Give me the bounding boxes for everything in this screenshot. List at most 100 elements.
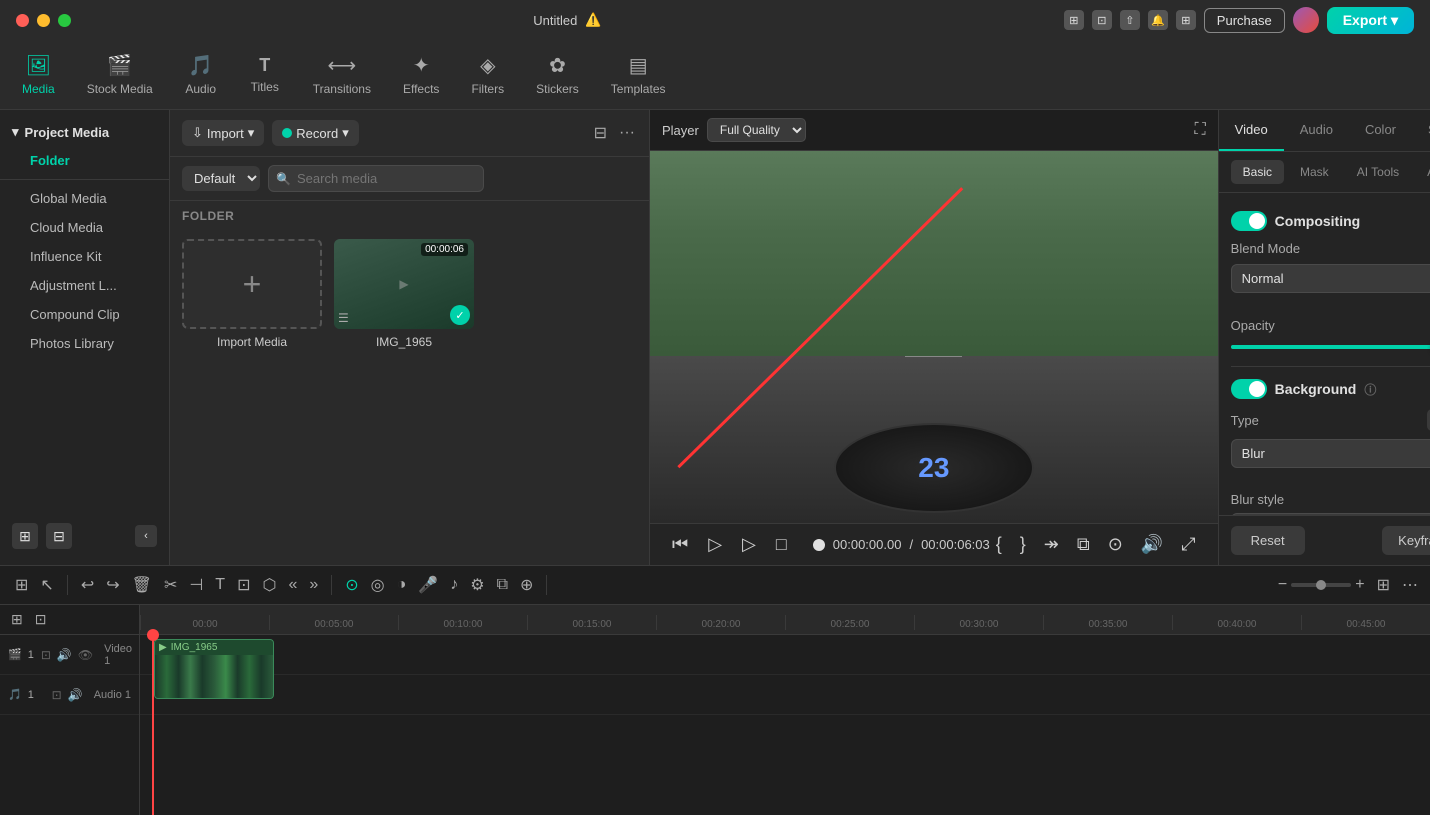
more-icon-btn[interactable]: ··· [617,121,637,145]
play-forward-btn[interactable]: ▷ [736,532,762,557]
add-track-icon[interactable]: ⊞ [12,523,38,549]
reset-button[interactable]: Reset [1231,526,1305,555]
remove-track-icon[interactable]: ⊟ [46,523,72,549]
icon-btn-2[interactable]: ⊡ [1092,10,1112,30]
step-back-btn[interactable]: ⏮ [666,532,694,557]
add-compound-btn[interactable]: ⊞ [8,608,26,631]
tl-music-btn[interactable]: ♪ [447,573,461,597]
maximize-button[interactable] [58,14,71,27]
link-btn[interactable]: ⊡ [32,608,50,631]
collapse-panel-btn[interactable]: ‹ [135,525,157,547]
nav-item-transitions[interactable]: ⟷ Transitions [299,45,385,104]
import-media-thumb[interactable]: + [182,239,322,329]
video-clip[interactable]: ▶ IMG_1965 [154,639,274,699]
tl-snap-btn[interactable]: ⊕ [517,572,536,598]
filter-icon-btn[interactable]: ⊟ [592,121,609,145]
icon-btn-3[interactable]: ⇧ [1120,10,1140,30]
sub-tab-anim[interactable]: Anim [1415,160,1430,184]
tl-ai-btn[interactable]: ⚙ [467,572,487,598]
tl-delete-btn[interactable]: 🗑 [129,572,155,598]
nav-item-effects[interactable]: ✦ Effects [389,45,453,104]
sidebar-item-adjustment[interactable]: Adjustment L... [6,272,163,299]
nav-item-audio[interactable]: 🎵 Audio [171,45,231,104]
tl-dots-btn[interactable]: ⋯ [1402,575,1418,595]
tl-prev-btn[interactable]: « [285,573,300,597]
default-dropdown[interactable]: Default [182,166,260,191]
tl-split-btn[interactable]: ⊣ [186,572,206,598]
nav-item-stock[interactable]: 🎬 Stock Media [73,45,167,104]
opacity-slider-wrap[interactable] [1231,345,1430,349]
blend-mode-select[interactable]: Normal [1231,264,1430,293]
import-button[interactable]: ⇩ Import ▾ [182,120,264,146]
compositing-switch[interactable] [1231,211,1267,231]
tl-next-btn[interactable]: » [306,573,321,597]
project-media-header[interactable]: ▾ Project Media [0,118,169,146]
tab-video[interactable]: Video [1219,110,1284,151]
tl-select-btn[interactable]: ↖ [37,572,56,598]
move-right-btn[interactable]: ↠ [1038,532,1065,557]
sidebar-item-global[interactable]: Global Media [6,185,163,212]
nav-item-filters[interactable]: ◈ Filters [457,45,518,104]
tl-text-btn[interactable]: T [212,573,228,597]
playhead[interactable] [152,635,154,815]
import-media-item[interactable]: + Import Media [182,239,322,349]
zoom-slider[interactable] [1291,583,1351,587]
zoom-in-btn[interactable]: + [1355,576,1364,594]
pip-btn[interactable]: ⧉ [1071,532,1096,557]
nav-item-templates[interactable]: ▤ Templates [597,45,680,104]
sidebar-item-cloud[interactable]: Cloud Media [6,214,163,241]
sidebar-item-influence[interactable]: Influence Kit [6,243,163,270]
tl-undo-btn[interactable]: ↩ [78,572,97,598]
tl-cut-btn[interactable]: ✂ [161,572,180,598]
background-switch[interactable] [1231,379,1267,399]
img1965-thumb[interactable]: ▶ 00:00:06 ✓ ☰ [334,239,474,329]
minimize-button[interactable] [37,14,50,27]
stop-btn[interactable]: □ [770,532,793,557]
tl-redo-btn[interactable]: ↪ [103,572,122,598]
close-button[interactable] [16,14,29,27]
tl-mic-btn[interactable]: 🎤 [415,572,441,598]
sidebar-item-photos[interactable]: Photos Library [6,330,163,357]
sidebar-item-compound[interactable]: Compound Clip [6,301,163,328]
record-button[interactable]: Record ▾ [272,120,358,146]
progress-handle[interactable] [813,539,825,551]
nav-item-titles[interactable]: T Titles [235,47,295,102]
audio-speaker-btn[interactable]: 🔊 [67,687,84,703]
icon-btn-5[interactable]: ⊞ [1176,10,1196,30]
curly-open-btn[interactable]: { [990,532,1008,557]
tab-color[interactable]: Color [1349,110,1412,151]
video-eye-btn[interactable]: 👁 [77,647,94,663]
tl-layout-btn[interactable]: ⊞ [12,572,31,598]
tl-play2-btn[interactable]: ◎ [368,572,388,598]
video-link-btn[interactable]: ⊡ [40,647,52,663]
sub-tab-aitools[interactable]: AI Tools [1345,160,1411,184]
tl-crop-btn[interactable]: ⊡ [234,572,253,598]
blur-style-select[interactable]: Basic Blur [1231,513,1430,515]
search-input[interactable] [268,165,484,192]
nav-item-stickers[interactable]: ✿ Stickers [522,45,593,104]
avatar[interactable] [1293,7,1319,33]
tl-color-btn[interactable]: ⬡ [259,572,279,598]
tl-record-btn[interactable]: ⊙ [342,572,361,598]
audio-link-btn[interactable]: ⊡ [51,687,63,703]
icon-btn-4[interactable]: 🔔 [1148,10,1168,30]
type-select[interactable]: Blur [1231,439,1430,468]
sub-tab-basic[interactable]: Basic [1231,160,1284,184]
tab-speed[interactable]: Speed [1412,110,1430,151]
video-speaker-btn[interactable]: 🔊 [56,647,73,663]
tl-pip-btn[interactable]: ⧉ [494,573,511,597]
tab-audio[interactable]: Audio [1284,110,1349,151]
icon-btn-1[interactable]: ⊞ [1064,10,1084,30]
media-item-img1965[interactable]: ▶ 00:00:06 ✓ ☰ IMG_1965 [334,239,474,349]
keyframe-panel-button[interactable]: Keyframe Panel [1382,526,1430,555]
fullscreen-btn[interactable]: ⤢ [1175,532,1201,557]
snapshot-btn[interactable]: ⊙ [1102,532,1129,557]
sidebar-item-folder[interactable]: Folder [6,147,163,174]
zoom-out-btn[interactable]: − [1278,576,1287,594]
nav-item-media[interactable]: 🖼 Media [8,45,69,104]
volume-btn[interactable]: 🔊 [1135,532,1169,557]
sub-tab-mask[interactable]: Mask [1288,160,1341,184]
purchase-button[interactable]: Purchase [1204,8,1285,33]
quality-dropdown[interactable]: Full Quality [707,118,806,142]
curly-close-btn[interactable]: } [1014,532,1032,557]
